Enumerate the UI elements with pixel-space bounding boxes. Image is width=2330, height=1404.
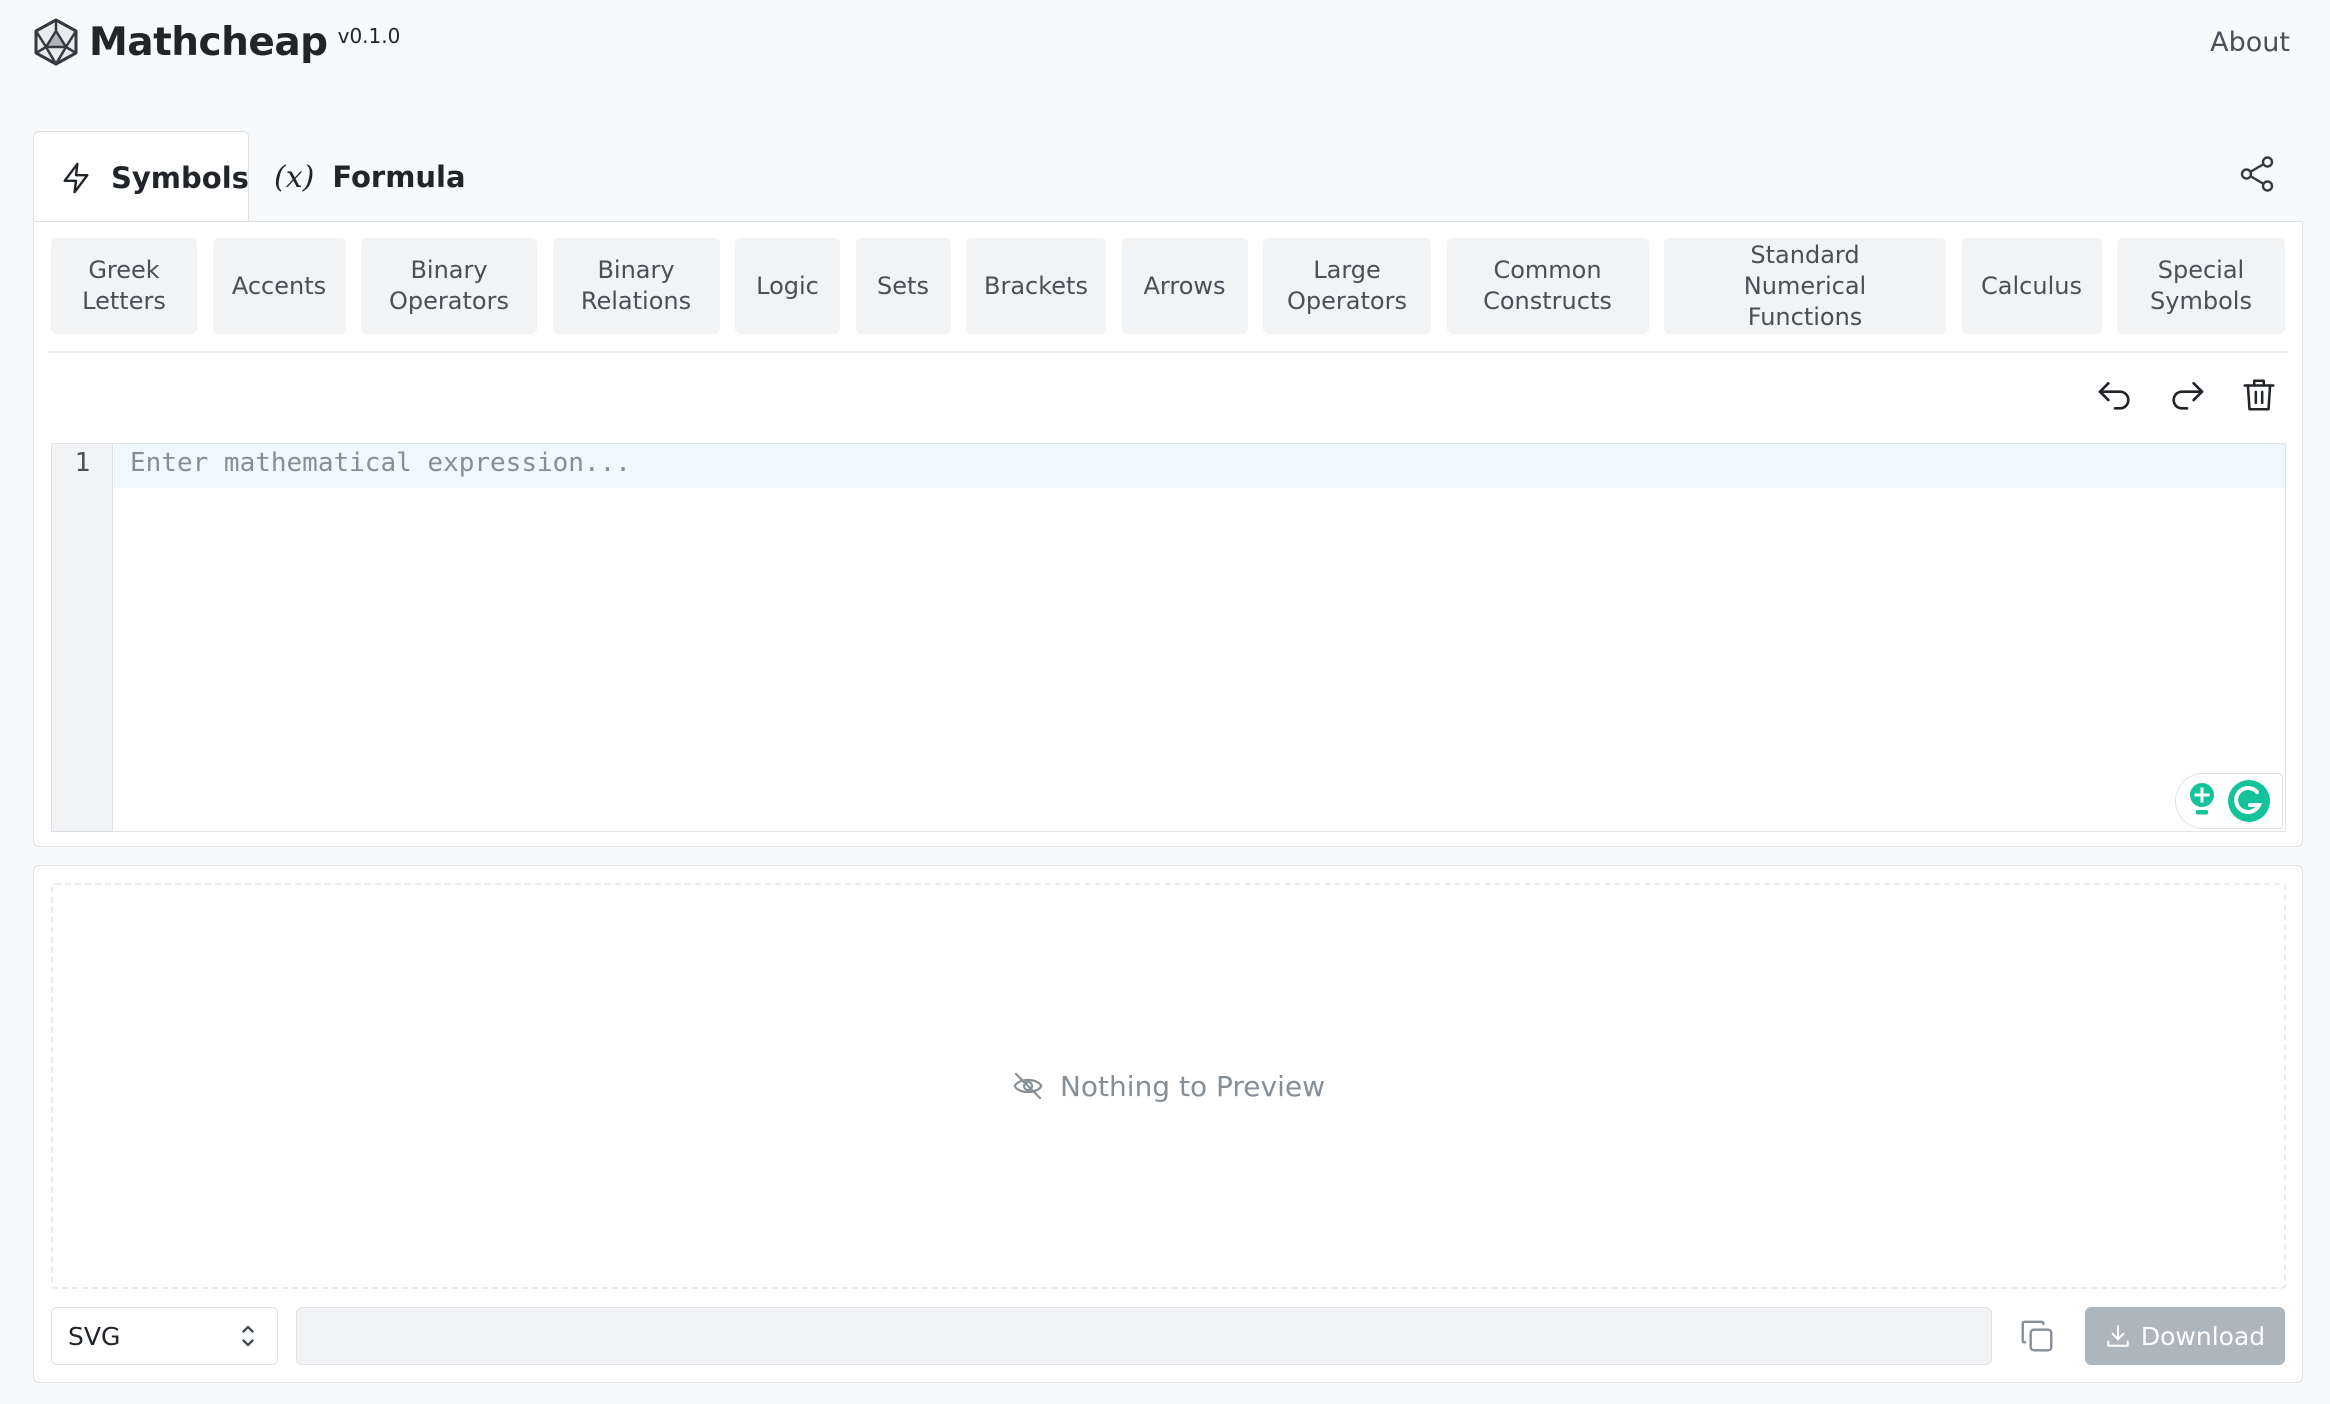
undo-icon: [2098, 382, 2130, 410]
function-x-icon: (𝑥): [274, 159, 315, 195]
redo-button[interactable]: [2164, 372, 2210, 418]
output-field[interactable]: [296, 1307, 1992, 1365]
chevron-up-down-icon: [242, 1325, 254, 1347]
download-icon: [2107, 1325, 2129, 1347]
category-brackets[interactable]: Brackets: [966, 238, 1106, 334]
grammarly-widget[interactable]: [2175, 773, 2283, 829]
download-button[interactable]: Download: [2085, 1307, 2285, 1365]
format-select[interactable]: SVG: [51, 1307, 278, 1365]
download-label: Download: [2140, 1321, 2266, 1351]
polyhedron-logo-icon: [34, 18, 78, 66]
category-standard-numerical-functions[interactable]: Standard Numerical Functions: [1664, 238, 1946, 334]
eye-off-icon: [1013, 1072, 1043, 1100]
tab-label: Symbols: [111, 160, 249, 195]
category-large-operators[interactable]: Large Operators: [1263, 238, 1431, 334]
format-select-value: SVG: [68, 1321, 121, 1351]
lightning-icon: [59, 160, 93, 196]
symbols-panel: Greek Letters Accents Binary Operators B…: [33, 221, 2303, 847]
copy-icon: [2021, 1320, 2053, 1352]
about-link[interactable]: About: [2210, 27, 2290, 58]
tab-formula[interactable]: (𝑥) Formula: [249, 132, 491, 222]
category-calculus[interactable]: Calculus: [1961, 238, 2102, 334]
expression-input-placeholder[interactable]: Enter mathematical expression...: [130, 448, 631, 478]
grammarly-icon: [2228, 780, 2270, 822]
category-binary-operators[interactable]: Binary Operators: [361, 238, 537, 334]
empty-preview-message: Nothing to Preview: [1059, 1069, 1325, 1103]
app-name: Mathcheap: [89, 19, 328, 65]
app-version: v0.1.0: [337, 24, 401, 48]
tab-label: Formula: [332, 160, 466, 194]
mode-tabs: Symbols (𝑥) Formula: [33, 131, 2303, 223]
copy-button[interactable]: [2011, 1311, 2063, 1361]
category-binary-relations[interactable]: Binary Relations: [552, 238, 720, 334]
brand[interactable]: Mathcheap v0.1.0: [31, 17, 400, 67]
category-special-symbols[interactable]: Special Symbols: [2117, 238, 2285, 334]
expression-editor[interactable]: 1 Enter mathematical expression...: [51, 443, 2286, 832]
redo-icon: [2172, 382, 2204, 410]
top-bar: Mathcheap v0.1.0 About: [0, 0, 2330, 84]
line-gutter: 1: [52, 444, 113, 831]
share-button[interactable]: [2239, 154, 2275, 198]
category-logic[interactable]: Logic: [735, 238, 840, 334]
tab-symbols[interactable]: Symbols: [33, 131, 249, 223]
category-sets[interactable]: Sets: [855, 238, 951, 334]
category-greek-letters[interactable]: Greek Letters: [51, 238, 197, 334]
export-bar: SVG Download: [51, 1307, 2285, 1365]
category-common-constructs[interactable]: Common Constructs: [1446, 238, 1649, 334]
category-accents[interactable]: Accents: [212, 238, 346, 334]
clear-button[interactable]: [2236, 372, 2282, 418]
symbol-categories: Greek Letters Accents Binary Operators B…: [51, 238, 2285, 334]
preview-area: Nothing to Preview: [51, 883, 2286, 1289]
preview-panel: Nothing to Preview SVG Download: [33, 865, 2303, 1383]
trash-icon: [2243, 379, 2275, 411]
editor-toolbar: [2092, 372, 2282, 418]
category-arrows[interactable]: Arrows: [1121, 238, 1248, 334]
divider: [48, 351, 2288, 353]
lightbulb-icon: [2190, 783, 2214, 815]
line-number: 1: [74, 448, 91, 478]
undo-button[interactable]: [2092, 372, 2138, 418]
share-icon: [2240, 156, 2274, 192]
